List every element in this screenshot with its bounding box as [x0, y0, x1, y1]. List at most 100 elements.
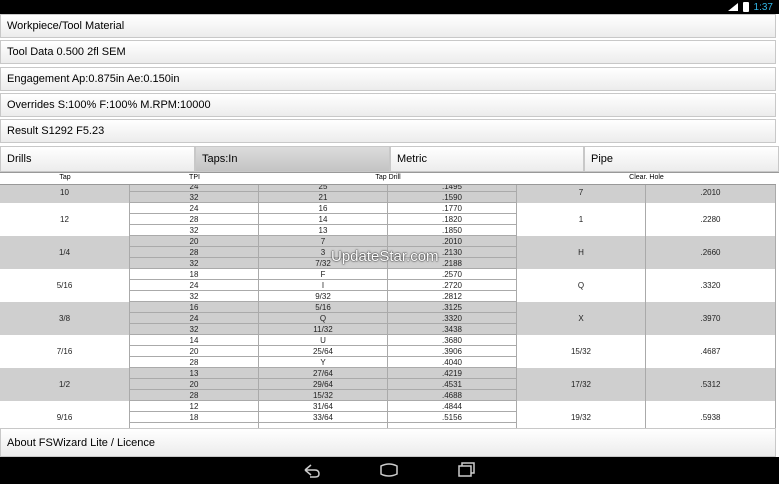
tpi-cell: 18	[130, 412, 259, 423]
tap-drill-cell: 15/32	[259, 390, 388, 401]
clear-hole-decimal-cell: .2280	[646, 203, 776, 236]
tap-drill-decimal-cell: .3906	[388, 346, 517, 357]
header-tpi: TPI	[189, 174, 200, 181]
clear-hole-decimal-cell: .3320	[646, 269, 776, 302]
tap-drill-decimal-cell: .3320	[388, 313, 517, 324]
tap-drill-cell: 14	[259, 214, 388, 225]
tpi-cell: 20	[130, 346, 259, 357]
tap-drill-decimal-cell: .1820	[388, 214, 517, 225]
tap-drill-cell: 31/64	[259, 401, 388, 412]
tap-drill-decimal-cell: .5156	[388, 412, 517, 423]
tool-data-button[interactable]: Tool Data 0.500 2fl SEM	[0, 40, 776, 64]
tpi-cell: 32	[130, 192, 259, 203]
tap-drill-cell: 16	[259, 203, 388, 214]
status-time: 1:37	[753, 1, 773, 13]
tap-size-cell: 3/8	[0, 302, 130, 335]
status-bar: 1:37	[0, 0, 779, 14]
header-tap: Tap	[59, 174, 71, 181]
tap-drill-decimal-cell: .4219	[388, 368, 517, 379]
clear-hole-letter-cell: 17/32	[517, 368, 646, 401]
tap-drill-decimal-cell: .3680	[388, 335, 517, 346]
battery-icon	[742, 2, 749, 12]
clear-hole-decimal-cell: .2660	[646, 236, 776, 269]
tap-drill-decimal-cell: .2010	[388, 236, 517, 247]
tap-drill-cell: 11/32	[259, 324, 388, 335]
tap-drill-decimal-cell: .3438	[388, 324, 517, 335]
header-tap-drill: Tap Drill	[375, 174, 401, 181]
tab-bar: Drills Taps:In Metric Pipe	[0, 146, 779, 172]
tap-drill-decimal-cell: .4844	[388, 401, 517, 412]
tpi-cell: 28	[130, 214, 259, 225]
tap-drill-cell: I	[259, 280, 388, 291]
tpi-cell: 32	[130, 258, 259, 269]
tpi-cell: 12	[130, 401, 259, 412]
tap-size-cell: 9/16	[0, 401, 130, 429]
tap-drill-cell: F	[259, 269, 388, 280]
tab-metric[interactable]: Metric	[390, 146, 584, 172]
signal-icon	[727, 3, 738, 11]
tap-size-cell: 1/2	[0, 368, 130, 401]
tap-drill-decimal-cell: .2812	[388, 291, 517, 302]
clear-hole-decimal-cell: .4687	[646, 335, 776, 368]
tap-drill-decimal-cell: .2570	[388, 269, 517, 280]
tap-table[interactable]: Tap TPI Tap Drill Clear. Hole 3629.13601…	[0, 172, 779, 429]
tpi-cell: 24	[130, 280, 259, 291]
back-icon[interactable]	[301, 461, 321, 479]
table-body: 3629.1360102425.14953221.15907.201012241…	[0, 173, 776, 429]
tap-drill-decimal-cell: .2720	[388, 280, 517, 291]
clear-hole-letter-cell: Q	[517, 269, 646, 302]
recents-icon[interactable]	[457, 461, 477, 479]
clear-hole-letter-cell: 15/32	[517, 335, 646, 368]
tpi-cell: 24	[130, 203, 259, 214]
tap-drill-decimal-cell: .4040	[388, 357, 517, 368]
overrides-button[interactable]: Overrides S:100% F:100% M.RPM:10000	[0, 93, 776, 117]
clear-hole-decimal-cell: .5312	[646, 368, 776, 401]
tpi-cell: 16	[130, 302, 259, 313]
tap-drill-cell: 7	[259, 236, 388, 247]
table-header: Tap TPI Tap Drill Clear. Hole	[0, 173, 776, 185]
tap-drill-cell: 9/32	[259, 291, 388, 302]
tap-drill-cell: Y	[259, 357, 388, 368]
tap-drill-decimal-cell: .1770	[388, 203, 517, 214]
table-row: 7/16 14 U .3680 20 25/64.3906 28 Y .4040 15/32.46…	[0, 335, 776, 368]
tap-drill-cell: Q	[259, 313, 388, 324]
status-icons: 1:37	[727, 0, 773, 14]
tap-drill-cell: U	[259, 335, 388, 346]
tpi-cell: 28	[130, 357, 259, 368]
clear-hole-decimal-cell: .3970	[646, 302, 776, 335]
tpi-cell: 18	[130, 269, 259, 280]
tpi-cell: 32	[130, 324, 259, 335]
tap-drill-decimal-cell: .4531	[388, 379, 517, 390]
workpiece-material-button[interactable]: Workpiece/Tool Material	[0, 14, 776, 38]
table-row: 9/16 12 31/64.4844 18 33/64.5156 19/32.5938	[0, 401, 776, 429]
tpi-cell: 14	[130, 335, 259, 346]
tap-drill-decimal-cell: .1850	[388, 225, 517, 236]
result-button[interactable]: Result S1292 F5.23	[0, 119, 776, 143]
table-row: 12 24 16.1770 28 14.1820 32 13.1850 1.2280	[0, 203, 776, 236]
tap-drill-cell: 27/64	[259, 368, 388, 379]
home-icon[interactable]	[379, 461, 399, 479]
clear-hole-letter-cell: 1	[517, 203, 646, 236]
table-row: 3/8 16 5/16.3125 24 Q .3320 32 11/32.3438 X .3970	[0, 302, 776, 335]
tab-pipe[interactable]: Pipe	[584, 146, 779, 172]
app-content: Workpiece/Tool Material Tool Data 0.500 …	[0, 14, 779, 457]
nav-bar	[0, 457, 779, 484]
tap-size-cell: 12	[0, 203, 130, 236]
tab-drills[interactable]: Drills	[0, 146, 195, 172]
tap-drill-cell: 13	[259, 225, 388, 236]
tap-size-cell: 5/16	[0, 269, 130, 302]
tpi-cell: 24	[130, 313, 259, 324]
tap-drill-decimal-cell: .1590	[388, 192, 517, 203]
tap-drill-decimal-cell: .4688	[388, 390, 517, 401]
clear-hole-letter-cell: H	[517, 236, 646, 269]
about-licence-button[interactable]: About FSWizard Lite / Licence	[0, 428, 776, 457]
tap-drill-cell: 21	[259, 192, 388, 203]
tpi-cell: 32	[130, 291, 259, 302]
tap-drill-cell: 25/64	[259, 346, 388, 357]
watermark: UpdateStar.com	[331, 248, 439, 265]
tab-taps-in[interactable]: Taps:In	[195, 146, 390, 172]
tap-size-cell: 7/16	[0, 335, 130, 368]
tpi-cell: 28	[130, 247, 259, 258]
tpi-cell: 32	[130, 225, 259, 236]
engagement-button[interactable]: Engagement Ap:0.875in Ae:0.150in	[0, 67, 776, 91]
